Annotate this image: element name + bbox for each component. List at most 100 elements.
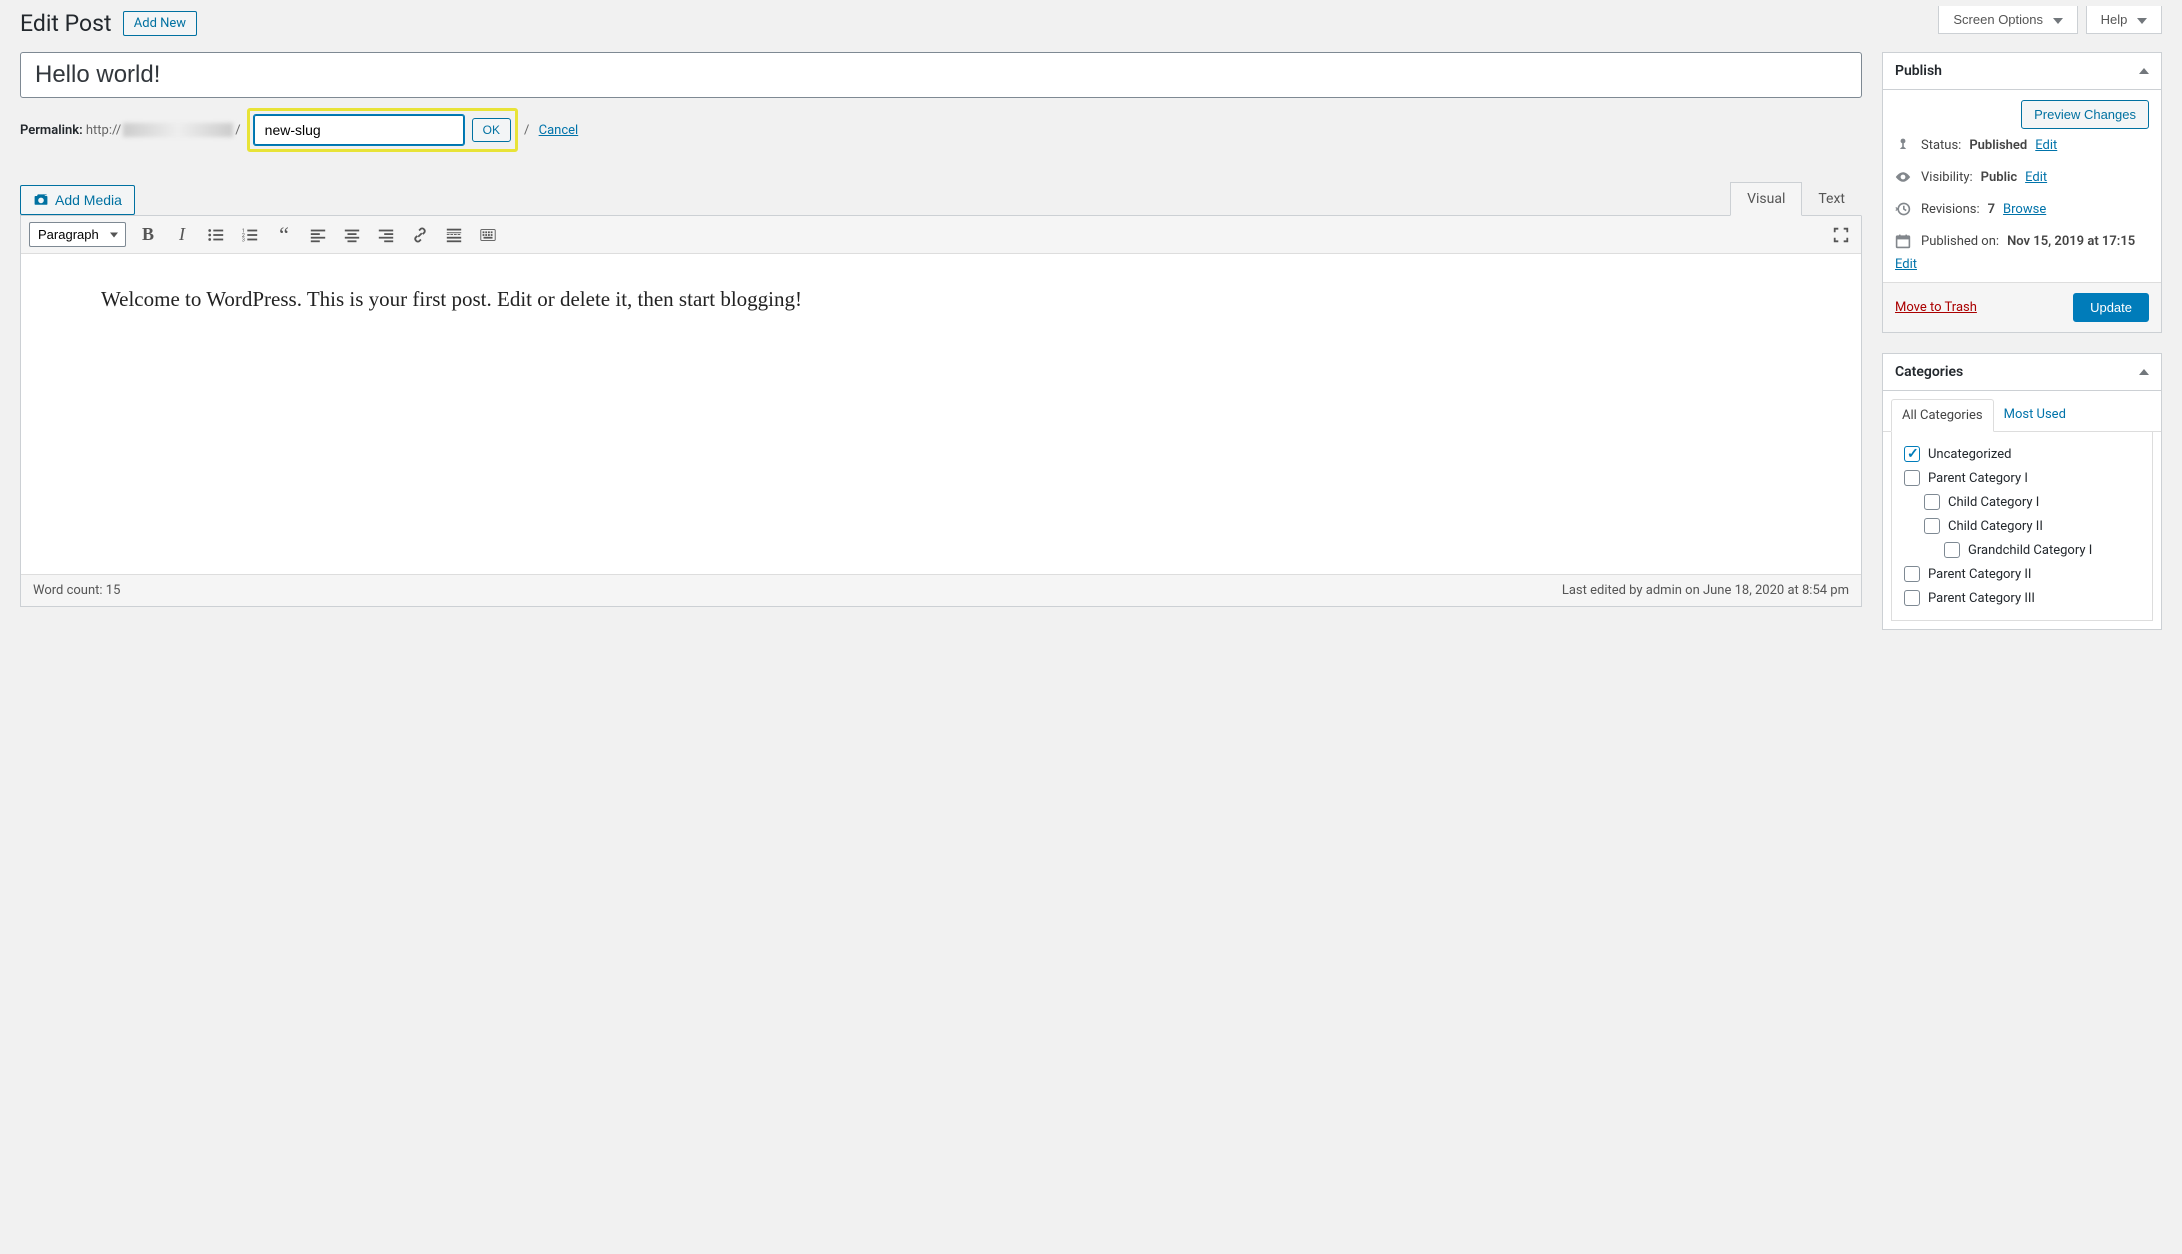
read-more-button[interactable] — [442, 223, 466, 247]
fullscreen-button[interactable] — [1829, 223, 1853, 247]
slug-ok-button[interactable]: OK — [472, 118, 511, 142]
categories-box-title: Categories — [1895, 364, 1963, 380]
publish-box: Publish Preview Changes Status: Publishe… — [1882, 52, 2162, 333]
category-item[interactable]: Uncategorized — [1904, 442, 2140, 466]
revisions-row: Revisions: 7 Browse — [1895, 193, 2149, 225]
update-button[interactable]: Update — [2073, 293, 2149, 322]
permalink-domain-blurred — [123, 123, 233, 137]
category-item[interactable]: Child Category II — [1924, 514, 2140, 538]
category-list: Uncategorized Parent Category I Child Cate… — [1891, 432, 2153, 621]
read-more-icon — [445, 226, 463, 244]
category-item[interactable]: Grandchild Category I — [1944, 538, 2140, 562]
category-label: Child Category II — [1948, 519, 2043, 534]
tab-most-used[interactable]: Most Used — [1994, 399, 2076, 431]
permalink-label: Permalink: — [20, 123, 83, 138]
page-title: Edit Post — [20, 10, 112, 37]
visibility-row: Visibility: Public Edit — [1895, 161, 2149, 193]
align-left-icon — [309, 226, 327, 244]
pin-icon — [1895, 137, 1913, 153]
category-checkbox[interactable] — [1924, 494, 1940, 510]
add-new-button[interactable]: Add New — [123, 11, 197, 36]
category-item[interactable]: Parent Category III — [1904, 586, 2140, 610]
category-tabs: All Categories Most Used — [1883, 399, 2161, 432]
edit-visibility-link[interactable]: Edit — [2025, 170, 2047, 185]
category-item[interactable]: Child Category I — [1924, 490, 2140, 514]
slug-edit-highlight: OK — [247, 108, 518, 152]
published-on-row: Published on: Nov 15, 2019 at 17:15 — [1895, 225, 2149, 257]
numbered-list-icon: 123 — [241, 226, 259, 244]
help-label: Help — [2101, 12, 2128, 27]
fullscreen-icon — [1832, 226, 1850, 244]
align-right-icon — [377, 226, 395, 244]
category-item[interactable]: Parent Category I — [1904, 466, 2140, 490]
category-label: Parent Category I — [1928, 471, 2028, 486]
chevron-down-icon — [2137, 18, 2147, 24]
category-label: Parent Category II — [1928, 567, 2031, 582]
svg-text:3: 3 — [242, 237, 245, 243]
editor-tabs: Visual Text — [1730, 182, 1862, 215]
align-center-icon — [343, 226, 361, 244]
browse-revisions-link[interactable]: Browse — [2003, 202, 2046, 217]
tab-all-categories[interactable]: All Categories — [1891, 399, 1994, 432]
chevron-down-icon — [2053, 18, 2063, 24]
permalink-row: Permalink: http:// / OK / Cancel — [20, 108, 1862, 152]
preview-changes-button[interactable]: Preview Changes — [2021, 100, 2149, 129]
category-checkbox[interactable] — [1904, 566, 1920, 582]
word-count: Word count: 15 — [33, 583, 120, 598]
slug-cancel-link[interactable]: Cancel — [539, 123, 579, 138]
editor-toolbar: Paragraph B I 123 “ — [21, 216, 1861, 254]
numbered-list-button[interactable]: 123 — [238, 223, 262, 247]
categories-box: Categories All Categories Most Used Unca… — [1882, 353, 2162, 630]
bullet-list-button[interactable] — [204, 223, 228, 247]
publish-box-header[interactable]: Publish — [1883, 53, 2161, 90]
permalink-prefix: http:// — [86, 123, 121, 138]
top-options-bar: Screen Options Help — [1938, 6, 2162, 34]
link-icon — [411, 226, 429, 244]
category-label: Parent Category III — [1928, 591, 2035, 606]
category-checkbox[interactable] — [1904, 590, 1920, 606]
blockquote-button[interactable]: “ — [272, 223, 296, 247]
add-media-button[interactable]: Add Media — [20, 185, 135, 215]
slug-input[interactable] — [254, 115, 464, 145]
format-select[interactable]: Paragraph — [29, 222, 126, 247]
align-left-button[interactable] — [306, 223, 330, 247]
tab-visual[interactable]: Visual — [1730, 182, 1802, 216]
status-row: Status: Published Edit — [1895, 129, 2149, 161]
category-label: Grandchild Category I — [1968, 543, 2092, 558]
link-button[interactable] — [408, 223, 432, 247]
edit-date-link[interactable]: Edit — [1895, 257, 1917, 272]
eye-icon — [1895, 169, 1913, 185]
keyboard-icon — [479, 226, 497, 244]
category-checkbox[interactable] — [1904, 446, 1920, 462]
editor-content[interactable]: Welcome to WordPress. This is your first… — [21, 254, 1861, 574]
category-checkbox[interactable] — [1924, 518, 1940, 534]
align-center-button[interactable] — [340, 223, 364, 247]
last-edited: Last edited by admin on June 18, 2020 at… — [1562, 583, 1849, 598]
category-label: Child Category I — [1948, 495, 2039, 510]
categories-box-header[interactable]: Categories — [1883, 354, 2161, 391]
tab-text[interactable]: Text — [1802, 182, 1862, 216]
category-checkbox[interactable] — [1904, 470, 1920, 486]
history-icon — [1895, 201, 1913, 217]
category-checkbox[interactable] — [1944, 542, 1960, 558]
bullet-list-icon — [207, 226, 225, 244]
bold-button[interactable]: B — [136, 223, 160, 247]
collapse-icon — [2139, 369, 2149, 375]
edit-status-link[interactable]: Edit — [2035, 138, 2057, 153]
help-button[interactable]: Help — [2086, 6, 2162, 34]
editor-box: Paragraph B I 123 “ — [20, 215, 1862, 607]
category-label: Uncategorized — [1928, 447, 2011, 462]
publish-box-title: Publish — [1895, 63, 1942, 79]
align-right-button[interactable] — [374, 223, 398, 247]
toolbar-toggle-button[interactable] — [476, 223, 500, 247]
italic-button[interactable]: I — [170, 223, 194, 247]
category-item[interactable]: Parent Category II — [1904, 562, 2140, 586]
editor-status-bar: Word count: 15 Last edited by admin on J… — [21, 574, 1861, 606]
screen-options-label: Screen Options — [1953, 12, 2043, 27]
screen-options-button[interactable]: Screen Options — [1938, 6, 2077, 34]
camera-icon — [33, 192, 49, 208]
calendar-icon — [1895, 233, 1913, 249]
post-title-input[interactable] — [20, 52, 1862, 98]
move-to-trash-link[interactable]: Move to Trash — [1895, 300, 1977, 315]
add-media-label: Add Media — [55, 192, 122, 208]
